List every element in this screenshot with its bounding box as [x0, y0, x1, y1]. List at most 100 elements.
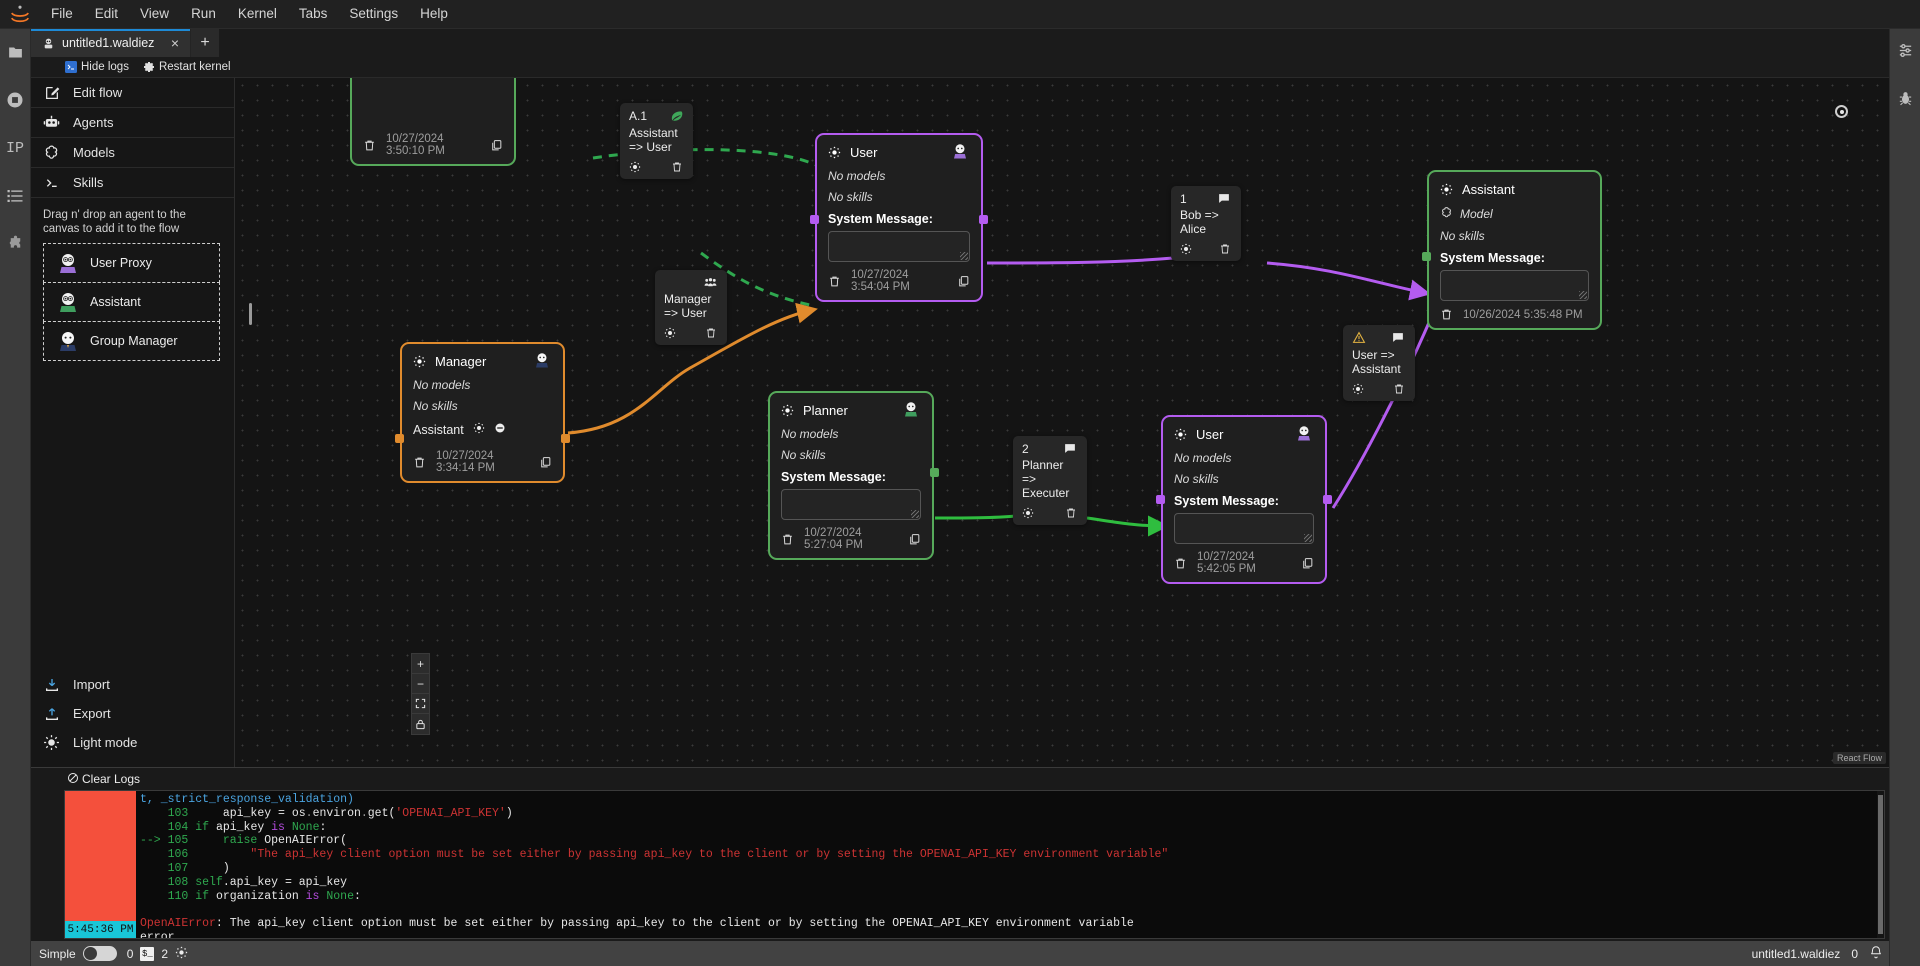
sidebar-item-edit-flow[interactable]: Edit flow — [31, 78, 234, 108]
node-handle-left[interactable] — [1156, 495, 1165, 504]
sidebar-item-skills[interactable]: Skills — [31, 168, 234, 198]
agent-card-group-manager[interactable]: Group Manager — [43, 321, 220, 361]
gear-icon[interactable] — [781, 404, 794, 417]
copy-icon[interactable] — [490, 139, 503, 152]
agent-node-manager[interactable]: Manager No models No skills — [400, 342, 565, 483]
system-message-input[interactable] — [1174, 513, 1314, 544]
agent-card-user-proxy[interactable]: User Proxy — [43, 243, 220, 283]
agent-node-user[interactable]: User No models No skills Syste — [815, 133, 983, 302]
system-message-label: System Message: — [1174, 494, 1314, 508]
copy-icon[interactable] — [1301, 557, 1314, 570]
file-browser-icon[interactable] — [2, 37, 28, 67]
edge-label-planner-executer[interactable]: 2 Planner => Executer — [1013, 436, 1087, 525]
trash-icon[interactable] — [781, 533, 794, 546]
record-indicator-icon[interactable] — [1835, 105, 1848, 118]
system-message-input[interactable] — [828, 231, 970, 262]
node-handle-right[interactable] — [561, 434, 570, 443]
system-message-input[interactable] — [781, 489, 921, 520]
log-scrollbar[interactable] — [1877, 791, 1884, 938]
system-message-input[interactable] — [1440, 270, 1589, 301]
bell-icon[interactable] — [1869, 945, 1883, 962]
node-handle-left[interactable] — [1422, 252, 1431, 261]
agent-node-planner[interactable]: Planner No models No skills Sy — [768, 391, 934, 560]
gear-icon[interactable] — [175, 946, 188, 962]
trash-icon[interactable] — [828, 275, 841, 288]
gear-icon[interactable] — [413, 355, 426, 368]
sidebar-item-models[interactable]: Models — [31, 138, 234, 168]
copy-icon[interactable] — [908, 533, 921, 546]
copy-icon[interactable] — [539, 456, 552, 469]
panel-resize-handle[interactable] — [249, 303, 252, 325]
gear-icon[interactable] — [473, 422, 485, 437]
gear-icon[interactable] — [1352, 383, 1365, 396]
menu-kernel[interactable]: Kernel — [227, 2, 288, 26]
sidebar-item-agents[interactable]: Agents — [31, 108, 234, 138]
sidebar-item-light-mode[interactable]: Light mode — [31, 728, 234, 757]
log-output[interactable]: 5:45:36 PM t, _strict_response_validatio… — [64, 790, 1885, 939]
table-of-contents-icon[interactable] — [2, 181, 28, 211]
copy-icon[interactable] — [957, 275, 970, 288]
menu-help[interactable]: Help — [409, 2, 459, 26]
sidebar-item-import[interactable]: Import — [31, 670, 234, 699]
gear-icon[interactable] — [1174, 428, 1187, 441]
edge-label-bob-alice[interactable]: 1 Bob => Alice — [1171, 186, 1241, 261]
menu-settings[interactable]: Settings — [338, 2, 409, 26]
zoom-out-control[interactable]: − — [412, 674, 429, 694]
edge-label-manager-user[interactable]: Manager => User — [655, 270, 727, 345]
menu-edit[interactable]: Edit — [84, 2, 129, 26]
clear-logs-button[interactable]: Clear Logs — [67, 772, 140, 787]
trash-icon[interactable] — [1065, 507, 1078, 520]
menu-file[interactable]: File — [40, 2, 84, 26]
simple-mode-toggle[interactable]: Simple — [39, 946, 117, 961]
toggle-switch[interactable] — [83, 946, 117, 961]
hide-logs-button[interactable]: Hide logs — [65, 61, 129, 73]
system-message-label: System Message: — [781, 470, 921, 484]
lock-control[interactable] — [412, 714, 429, 734]
terminal-icon[interactable]: $_ — [140, 947, 154, 961]
trash-icon[interactable] — [1393, 383, 1406, 396]
remove-icon[interactable] — [494, 422, 506, 437]
extension-manager-icon[interactable] — [2, 229, 28, 259]
agent-node[interactable]: 10/27/2024 3:50:10 PM — [350, 78, 516, 166]
new-tab-button[interactable]: + — [191, 29, 219, 57]
running-terminals-icon[interactable] — [2, 85, 28, 115]
agent-node-assistant[interactable]: Assistant Model No skills System Message… — [1427, 170, 1602, 330]
menu-run[interactable]: Run — [180, 2, 227, 26]
gear-icon[interactable] — [664, 327, 677, 340]
menu-view[interactable]: View — [129, 2, 180, 26]
node-handle-left[interactable] — [810, 215, 819, 224]
agent-node-user-right[interactable]: User No models No skills Syste — [1161, 415, 1327, 584]
react-flow-attribution[interactable]: React Flow — [1833, 752, 1886, 764]
node-handle-right[interactable] — [930, 468, 939, 477]
restart-kernel-button[interactable]: Restart kernel — [143, 61, 231, 73]
edge-label-a1[interactable]: A.1 Assistant => User — [620, 103, 693, 179]
gear-icon[interactable] — [1440, 183, 1453, 196]
kernels-icon[interactable]: IP — [2, 133, 28, 163]
log-line: 107 ) — [140, 862, 1884, 876]
trash-icon[interactable] — [413, 456, 426, 469]
menu-tabs[interactable]: Tabs — [288, 2, 339, 26]
fit-view-control[interactable] — [412, 694, 429, 714]
gear-icon[interactable] — [629, 161, 642, 174]
debugger-icon[interactable] — [1892, 85, 1918, 111]
trash-icon[interactable] — [1174, 557, 1187, 570]
zoom-in-control[interactable]: + — [412, 654, 429, 674]
edge-label-user-assistant[interactable]: User => Assistant — [1343, 325, 1415, 401]
node-handle-right[interactable] — [979, 215, 988, 224]
tab-untitled1-waldiez[interactable]: untitled1.waldiez × — [31, 29, 191, 57]
flow-canvas[interactable]: 10/27/2024 3:50:10 PM A.1 — [235, 78, 1889, 767]
trash-icon[interactable] — [1440, 308, 1453, 321]
trash-icon[interactable] — [1219, 243, 1232, 256]
trash-icon[interactable] — [705, 327, 718, 340]
gear-icon[interactable] — [1180, 243, 1193, 256]
gear-icon[interactable] — [1022, 507, 1035, 520]
property-inspector-icon[interactable] — [1892, 37, 1918, 63]
trash-icon[interactable] — [363, 139, 376, 152]
node-handle-left[interactable] — [395, 434, 404, 443]
agent-card-assistant[interactable]: Assistant — [43, 282, 220, 322]
trash-icon[interactable] — [671, 161, 684, 174]
close-icon[interactable]: × — [169, 36, 181, 50]
sidebar-item-export[interactable]: Export — [31, 699, 234, 728]
gear-icon[interactable] — [828, 146, 841, 159]
node-handle-right[interactable] — [1323, 495, 1332, 504]
